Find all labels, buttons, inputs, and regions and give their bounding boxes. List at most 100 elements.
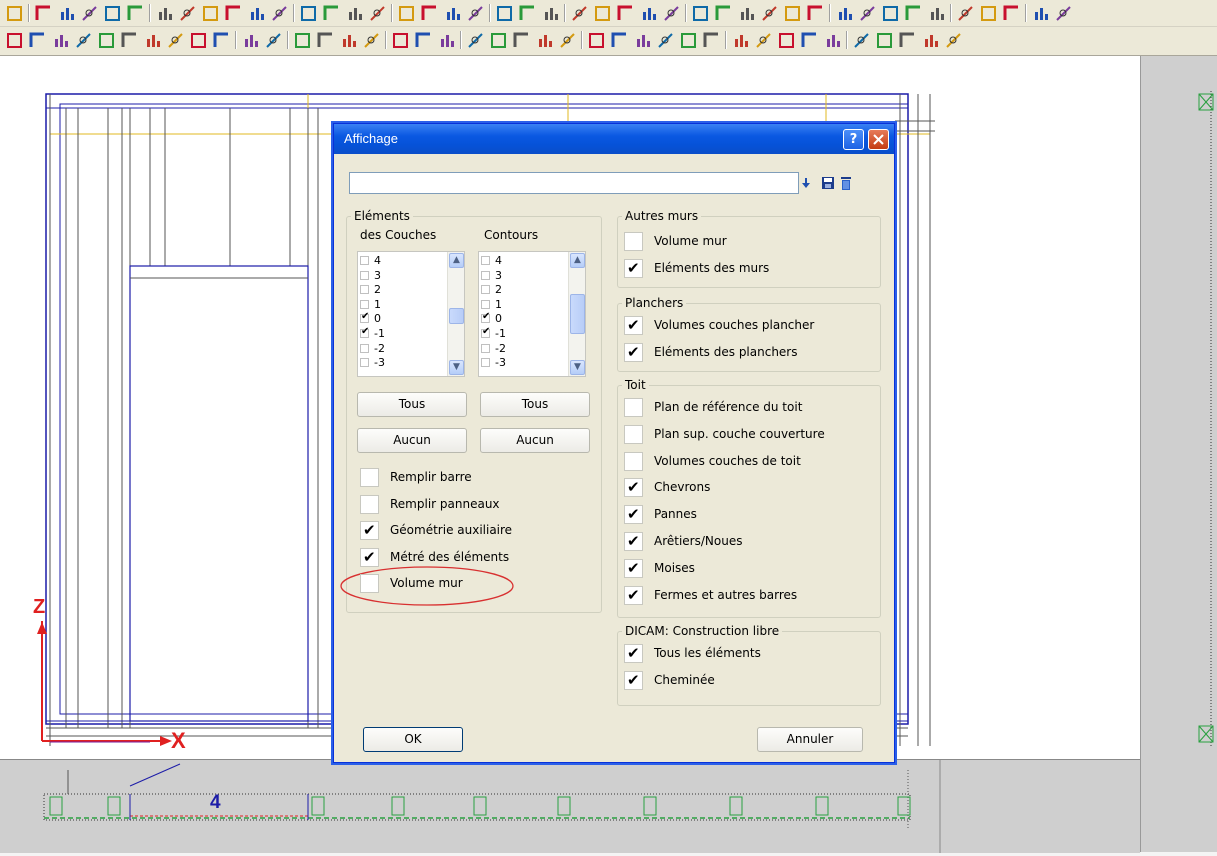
bottom-tool-21-icon[interactable] bbox=[488, 30, 509, 51]
contours-tous-button[interactable]: Tous bbox=[480, 392, 590, 417]
couches-layer-item[interactable]: -1 bbox=[358, 326, 448, 340]
couches-layer-checkbox[interactable] bbox=[360, 299, 369, 309]
top-tool-43-icon[interactable] bbox=[1030, 3, 1051, 24]
contours-layer-checkbox[interactable] bbox=[481, 358, 490, 368]
top-tool-9-icon[interactable] bbox=[200, 3, 221, 24]
bottom-tool-2-icon[interactable] bbox=[27, 30, 48, 51]
bottom-tool-11-icon[interactable] bbox=[240, 30, 261, 51]
top-tool-24-icon[interactable] bbox=[569, 3, 590, 24]
dropdown-arrow-icon[interactable] bbox=[799, 176, 813, 190]
couches-layer-item[interactable]: 4 bbox=[358, 254, 448, 267]
bottom-tool-25-icon[interactable] bbox=[586, 30, 607, 51]
contours-layer-checkbox[interactable] bbox=[481, 285, 490, 295]
contours-layer-item[interactable]: -3 bbox=[479, 356, 569, 369]
toit-option-checkbox[interactable] bbox=[624, 505, 643, 525]
top-tool-31-icon[interactable] bbox=[736, 3, 757, 24]
toit-option-checkbox[interactable] bbox=[624, 558, 643, 578]
scroll-up-icon[interactable]: ▲ bbox=[449, 253, 464, 268]
top-tool-44-icon[interactable] bbox=[1053, 3, 1074, 24]
contours-layer-checkbox[interactable] bbox=[481, 270, 490, 280]
contours-layer-checkbox[interactable] bbox=[481, 299, 490, 309]
bottom-tool-9-icon[interactable] bbox=[188, 30, 209, 51]
bottom-tool-39-icon[interactable] bbox=[920, 30, 941, 51]
save-icon[interactable] bbox=[821, 176, 835, 190]
top-tool-19-icon[interactable] bbox=[442, 3, 463, 24]
toit-option-checkbox[interactable] bbox=[624, 532, 643, 551]
top-tool-33-icon[interactable] bbox=[782, 3, 803, 24]
top-tool-1-icon[interactable] bbox=[4, 3, 25, 24]
top-tool-37-icon[interactable] bbox=[880, 3, 901, 24]
bottom-tool-16-icon[interactable] bbox=[361, 30, 382, 51]
contours-layer-checkbox[interactable] bbox=[481, 326, 490, 338]
couches-scroll-thumb[interactable] bbox=[449, 308, 464, 324]
top-tool-40-icon[interactable] bbox=[955, 3, 976, 24]
contours-layer-checkbox[interactable] bbox=[481, 343, 490, 353]
top-tool-41-icon[interactable] bbox=[978, 3, 999, 24]
couches-layer-item[interactable]: -2 bbox=[358, 342, 448, 355]
close-button[interactable] bbox=[868, 129, 889, 150]
top-tool-17-icon[interactable] bbox=[396, 3, 417, 24]
scroll-down-icon[interactable]: ▼ bbox=[570, 360, 585, 375]
bottom-tool-28-icon[interactable] bbox=[655, 30, 676, 51]
top-tool-42-icon[interactable] bbox=[1001, 3, 1022, 24]
couches-layer-item[interactable]: 2 bbox=[358, 283, 448, 296]
couches-layer-item[interactable]: 3 bbox=[358, 269, 448, 282]
bottom-tool-8-icon[interactable] bbox=[165, 30, 186, 51]
top-tool-21-icon[interactable] bbox=[494, 3, 515, 24]
couches-layer-checkbox[interactable] bbox=[360, 326, 369, 338]
bottom-tool-6-icon[interactable] bbox=[119, 30, 140, 51]
contours-layer-item[interactable]: -1 bbox=[479, 326, 569, 340]
top-tool-26-icon[interactable] bbox=[615, 3, 636, 24]
bottom-tool-40-icon[interactable] bbox=[943, 30, 964, 51]
help-button[interactable]: ? bbox=[843, 129, 864, 150]
cancel-button[interactable]: Annuler bbox=[757, 727, 863, 752]
bottom-tool-12-icon[interactable] bbox=[263, 30, 284, 51]
bottom-tool-18-icon[interactable] bbox=[413, 30, 434, 51]
bottom-tool-10-icon[interactable] bbox=[211, 30, 232, 51]
bottom-tool-27-icon[interactable] bbox=[632, 30, 653, 51]
bottom-tool-15-icon[interactable] bbox=[338, 30, 359, 51]
top-tool-32-icon[interactable] bbox=[759, 3, 780, 24]
bottom-tool-26-icon[interactable] bbox=[609, 30, 630, 51]
couches-tous-button[interactable]: Tous bbox=[357, 392, 467, 417]
toit-option-checkbox[interactable] bbox=[624, 451, 643, 471]
bottom-tool-29-icon[interactable] bbox=[678, 30, 699, 51]
contours-layer-item[interactable]: 1 bbox=[479, 298, 569, 311]
top-tool-39-icon[interactable] bbox=[926, 3, 947, 24]
couches-layer-checkbox[interactable] bbox=[360, 311, 369, 324]
top-tool-36-icon[interactable] bbox=[857, 3, 878, 24]
bottom-tool-13-icon[interactable] bbox=[292, 30, 313, 51]
top-tool-35-icon[interactable] bbox=[834, 3, 855, 24]
bottom-tool-14-icon[interactable] bbox=[315, 30, 336, 51]
couches-layer-item[interactable]: -3 bbox=[358, 356, 448, 369]
scroll-down-icon[interactable]: ▼ bbox=[449, 360, 464, 375]
contours-scroll-thumb[interactable] bbox=[570, 294, 585, 334]
planchers-option-checkbox[interactable] bbox=[624, 343, 643, 362]
contours-layer-item[interactable]: 0 bbox=[479, 311, 569, 325]
elements-option-checkbox[interactable] bbox=[360, 547, 379, 567]
contours-layer-checkbox[interactable] bbox=[481, 311, 490, 324]
bottom-tool-33-icon[interactable] bbox=[776, 30, 797, 51]
planchers-option-checkbox[interactable] bbox=[624, 316, 643, 335]
elements-option-checkbox[interactable] bbox=[360, 574, 379, 593]
couches-layer-item[interactable]: 0 bbox=[358, 311, 448, 325]
bottom-tool-38-icon[interactable] bbox=[897, 30, 918, 51]
autres-murs-option-checkbox[interactable] bbox=[624, 259, 643, 278]
bottom-tool-31-icon[interactable] bbox=[730, 30, 751, 51]
couches-scrollbar[interactable]: ▲ ▼ bbox=[447, 252, 464, 376]
autres-murs-option-checkbox[interactable] bbox=[624, 232, 643, 251]
toit-option-checkbox[interactable] bbox=[624, 478, 643, 498]
plan-view-strip[interactable]: 4 bbox=[0, 759, 1140, 853]
top-tool-38-icon[interactable] bbox=[903, 3, 924, 24]
bottom-tool-37-icon[interactable] bbox=[874, 30, 895, 51]
couches-layer-checkbox[interactable] bbox=[360, 343, 369, 353]
top-tool-25-icon[interactable] bbox=[592, 3, 613, 24]
bottom-tool-7-icon[interactable] bbox=[142, 30, 163, 51]
dicam-option-checkbox[interactable] bbox=[624, 670, 643, 690]
top-tool-8-icon[interactable] bbox=[177, 3, 198, 24]
bottom-tool-24-icon[interactable] bbox=[557, 30, 578, 51]
bottom-tool-36-icon[interactable] bbox=[851, 30, 872, 51]
delete-icon[interactable] bbox=[840, 175, 852, 191]
bottom-tool-35-icon[interactable] bbox=[822, 30, 843, 51]
couches-listbox[interactable]: ▲ ▼ 43210-1-2-3 bbox=[357, 251, 465, 377]
